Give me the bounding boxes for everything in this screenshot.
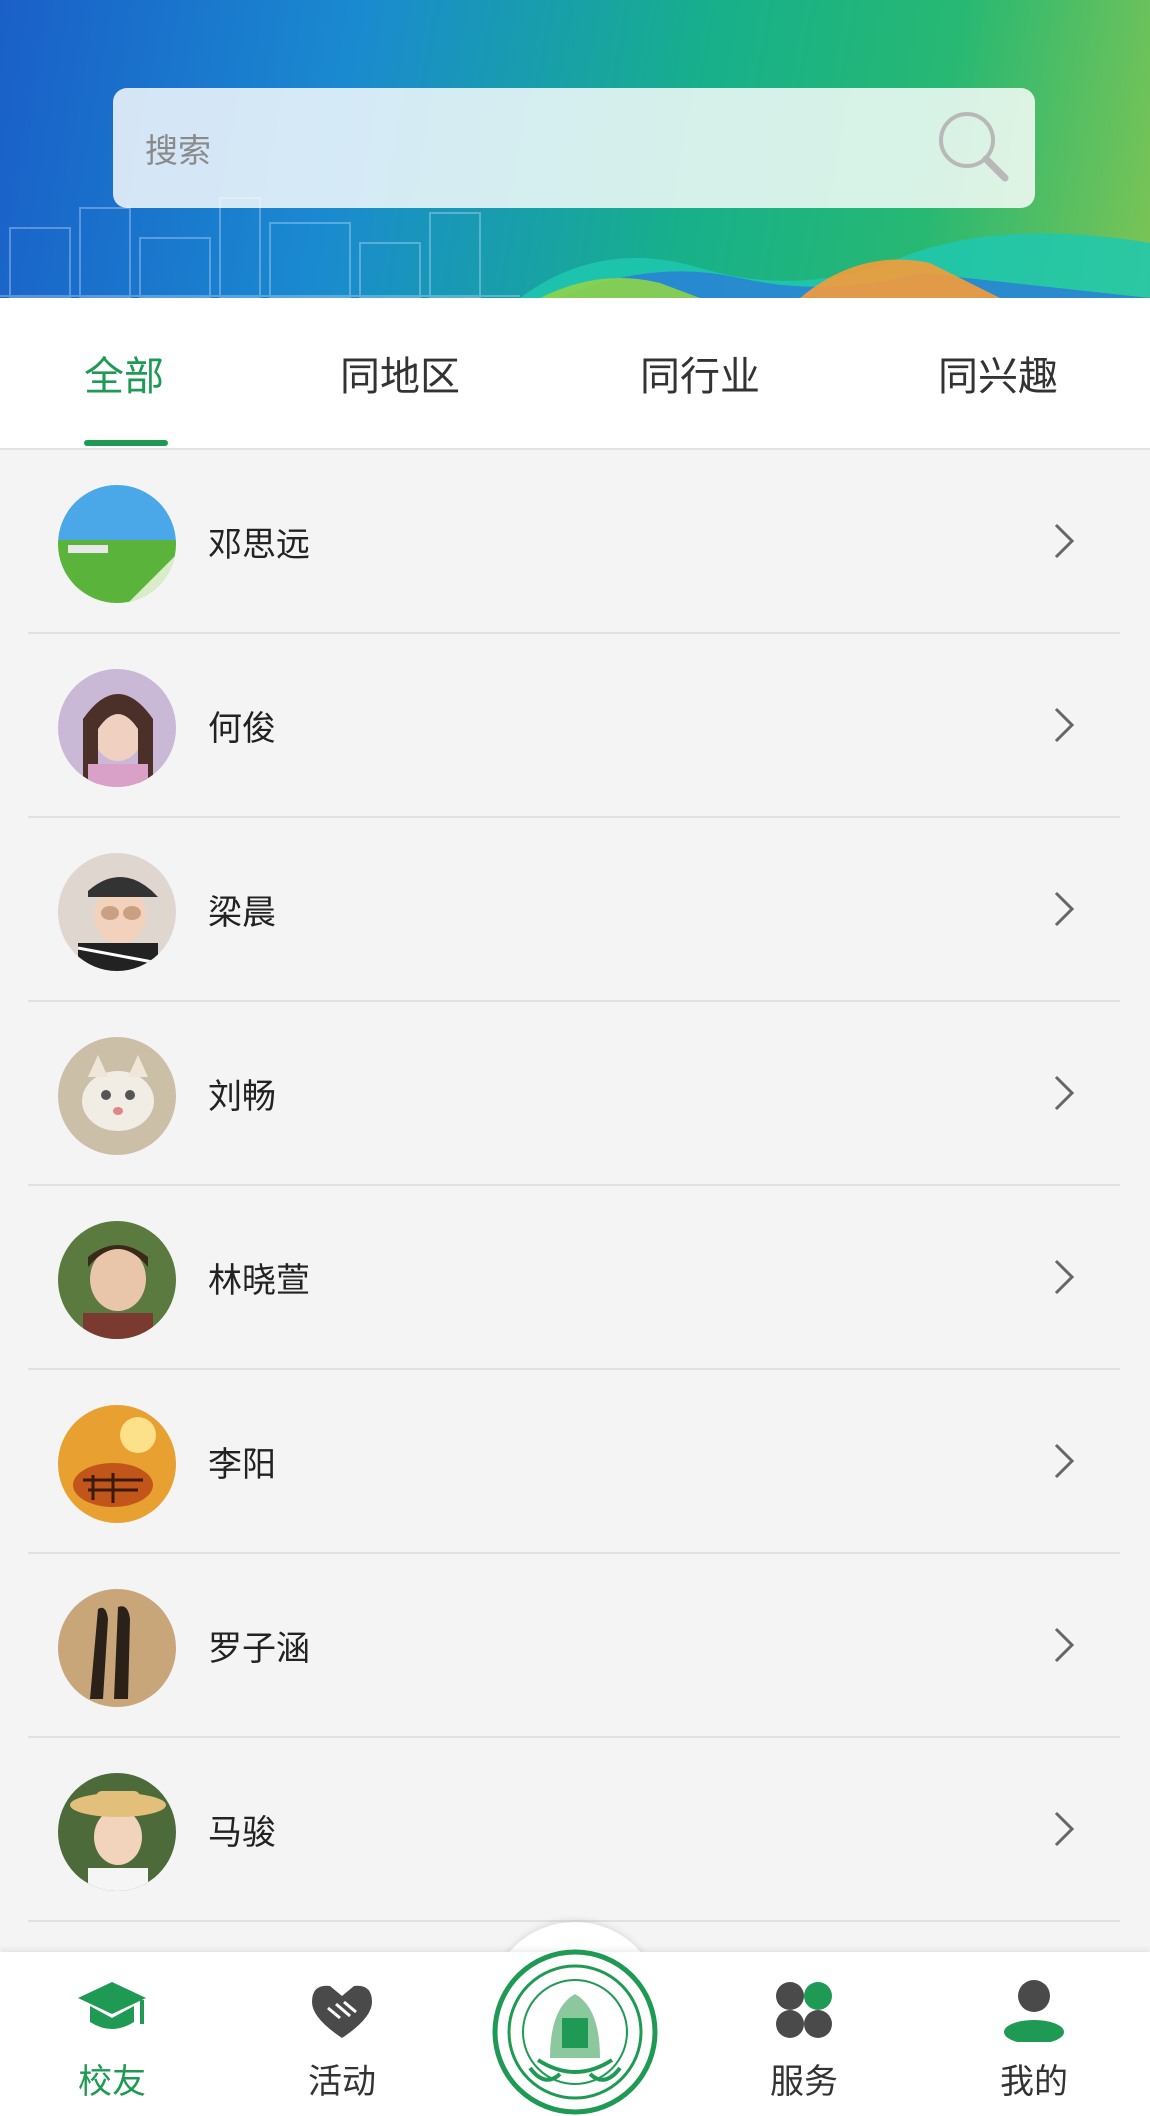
avatar <box>58 1589 176 1707</box>
nav-label: 服务 <box>770 2062 838 2102</box>
chevron-right-icon <box>1054 1811 1075 1847</box>
clover-icon <box>776 1982 832 2038</box>
list-item[interactable]: 刘畅 <box>28 1002 1120 1186</box>
avatar <box>58 669 176 787</box>
search-icon[interactable] <box>933 106 1013 186</box>
nav-activities[interactable]: 活动 <box>272 1952 412 2116</box>
member-name: 梁晨 <box>208 892 276 933</box>
list-item[interactable]: 马骏 <box>28 1738 1120 1922</box>
tab-label: 同行业 <box>640 354 760 400</box>
graduation-cap-icon <box>78 1982 146 2029</box>
tab-all[interactable]: 全部 <box>84 298 164 448</box>
handshake-icon <box>312 1985 372 2038</box>
list-item[interactable]: 梁晨 <box>28 818 1120 1002</box>
list-item[interactable]: 罗子涵 <box>28 1554 1120 1738</box>
member-name: 马骏 <box>208 1812 276 1853</box>
member-name: 罗子涵 <box>208 1628 310 1669</box>
tab-label: 全部 <box>84 354 164 400</box>
alumni-list: 邓思远 何俊 梁晨 刘畅 林晓萱 李阳 罗子涵 马骏 <box>28 450 1120 1922</box>
nav-label: 我的 <box>1000 2062 1068 2102</box>
avatar <box>58 1405 176 1523</box>
header-banner: 搜索 <box>0 0 1150 298</box>
chevron-right-icon <box>1054 707 1075 743</box>
nav-alumni[interactable]: 校友 <box>42 1952 182 2116</box>
member-name: 林晓萱 <box>208 1260 310 1301</box>
avatar <box>58 1037 176 1155</box>
list-item[interactable]: 邓思远 <box>28 450 1120 634</box>
tab-same-interest[interactable]: 同兴趣 <box>938 298 1058 448</box>
member-name: 邓思远 <box>208 524 310 565</box>
alumni-association-logo[interactable] <box>490 1948 660 2116</box>
avatar <box>58 853 176 971</box>
search-placeholder: 搜索 <box>145 131 211 170</box>
search-bar[interactable]: 搜索 <box>113 88 1035 208</box>
list-item[interactable]: 何俊 <box>28 634 1120 818</box>
filter-tabs: 全部 同地区 同行业 同兴趣 <box>0 298 1150 450</box>
nav-label: 活动 <box>308 2062 376 2102</box>
chevron-right-icon <box>1054 1259 1075 1295</box>
list-item[interactable]: 林晓萱 <box>28 1186 1120 1370</box>
person-icon <box>1004 1980 1064 2042</box>
tab-label: 同兴趣 <box>938 354 1058 400</box>
tab-label: 同地区 <box>340 354 460 400</box>
avatar <box>58 1221 176 1339</box>
chevron-right-icon <box>1054 1075 1075 1111</box>
chevron-right-icon <box>1054 523 1075 559</box>
nav-services[interactable]: 服务 <box>734 1952 874 2116</box>
nav-profile[interactable]: 我的 <box>964 1952 1104 2116</box>
member-name: 刘畅 <box>208 1076 276 1117</box>
member-name: 李阳 <box>208 1444 276 1485</box>
tab-same-region[interactable]: 同地区 <box>340 298 460 448</box>
nav-label: 校友 <box>78 2062 146 2102</box>
avatar <box>58 1773 176 1891</box>
wave-decoration <box>520 233 1150 298</box>
member-name: 何俊 <box>208 708 276 749</box>
chevron-right-icon <box>1054 1627 1075 1663</box>
list-item[interactable]: 李阳 <box>28 1370 1120 1554</box>
active-tab-indicator <box>84 440 168 446</box>
chevron-right-icon <box>1054 1443 1075 1479</box>
avatar <box>58 485 176 603</box>
chevron-right-icon <box>1054 891 1075 927</box>
tab-same-industry[interactable]: 同行业 <box>640 298 760 448</box>
